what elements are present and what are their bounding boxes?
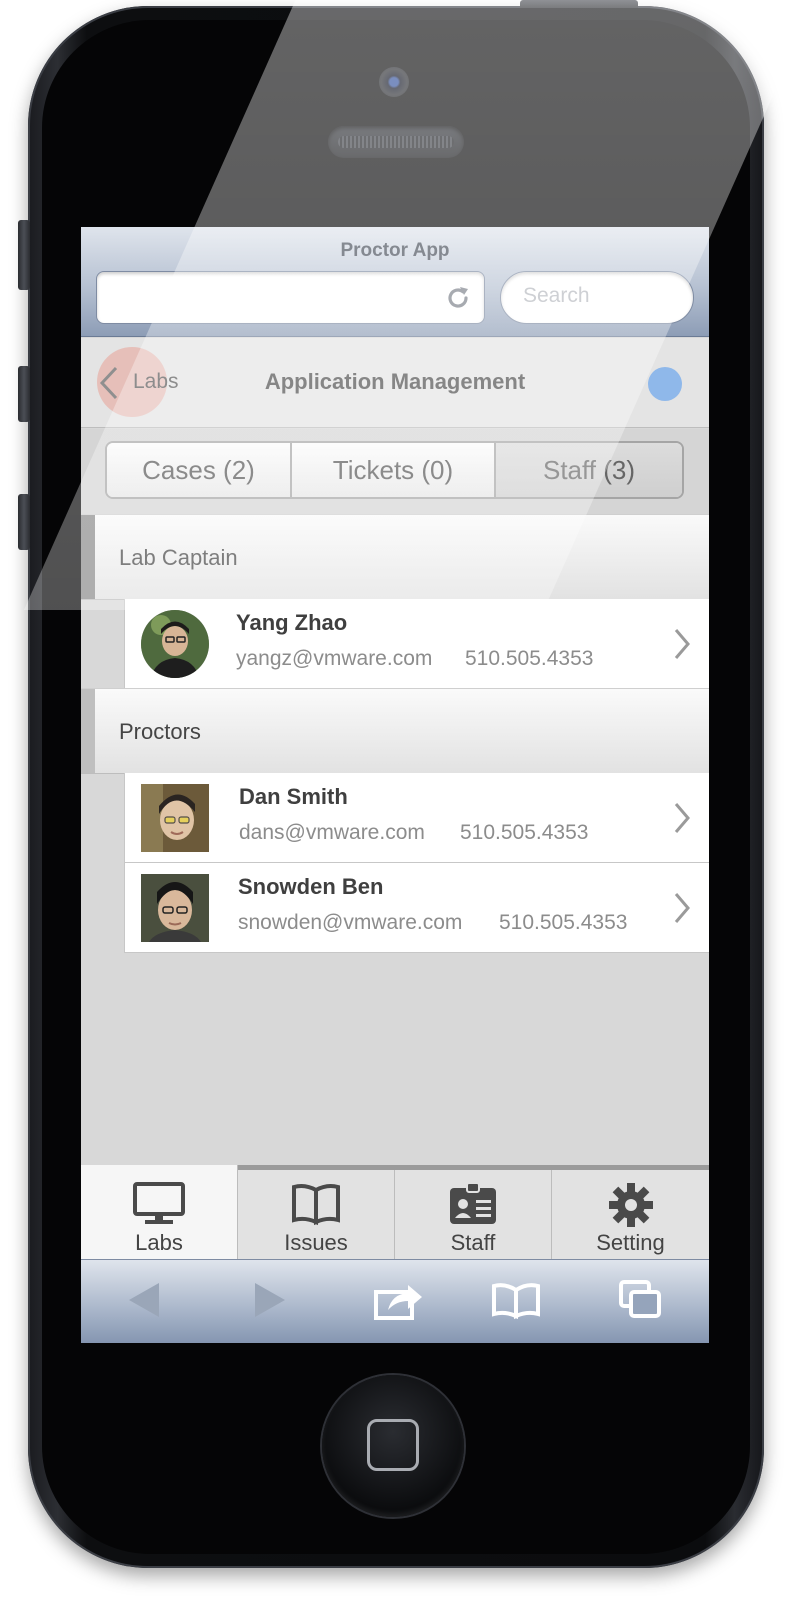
staff-phone: 510.505.4353 xyxy=(465,647,594,670)
section-accent-bar xyxy=(81,689,95,773)
section-header-proctors: Proctors xyxy=(81,688,709,774)
forward-arrow-icon[interactable] xyxy=(253,1280,287,1320)
avatar xyxy=(141,784,209,852)
section-accent-bar xyxy=(81,515,95,599)
page-title: Application Management xyxy=(264,369,526,394)
home-button-square-icon xyxy=(367,1419,419,1471)
tab-issues[interactable]: Issues xyxy=(238,1170,395,1259)
list-item-staff[interactable]: Yang Zhao yangz@vmware.com 510.505.4353 xyxy=(124,599,709,689)
bookmarks-icon[interactable] xyxy=(491,1280,541,1320)
section-title: Proctors xyxy=(119,719,201,744)
segment-staff[interactable]: Staff (3) xyxy=(496,443,682,497)
section-header-lab-captain: Lab Captain xyxy=(81,514,709,600)
segment-cases[interactable]: Cases (2) xyxy=(107,443,292,497)
tab-label: Setting xyxy=(596,1230,665,1255)
browser-title: Proctor App xyxy=(340,240,450,261)
staff-email: dans@vmware.com xyxy=(239,821,425,844)
tab-staff[interactable]: Staff xyxy=(395,1170,552,1259)
tab-label: Labs xyxy=(135,1230,183,1255)
staff-name: Yang Zhao xyxy=(236,610,348,635)
staff-name: Dan Smith xyxy=(239,784,348,809)
volume-up-button xyxy=(18,366,30,422)
tab-label: Staff xyxy=(450,1230,496,1255)
tab-setting[interactable]: Setting xyxy=(552,1170,709,1259)
staff-name: Snowden Ben xyxy=(238,874,384,899)
tab-label: Issues xyxy=(284,1230,348,1255)
avatar xyxy=(141,610,209,678)
power-button xyxy=(520,0,638,8)
earpiece-speaker xyxy=(328,126,464,158)
share-icon[interactable] xyxy=(374,1280,424,1320)
tab-labs[interactable]: Labs xyxy=(81,1165,238,1264)
browser-header: Proctor App Search xyxy=(81,227,709,337)
staff-phone: 510.505.4353 xyxy=(460,821,589,844)
list-item-staff[interactable]: Dan Smith dans@vmware.com 510.505.4353 xyxy=(124,773,709,863)
volume-down-button xyxy=(18,494,30,550)
staff-email: snowden@vmware.com xyxy=(238,911,463,934)
url-field[interactable] xyxy=(96,271,485,324)
camera-lens xyxy=(379,67,409,97)
home-button[interactable] xyxy=(322,1375,464,1517)
gear-icon xyxy=(608,1183,653,1227)
segment-tickets[interactable]: Tickets (0) xyxy=(292,443,496,497)
list-item-staff[interactable]: Snowden Ben snowden@vmware.com 510.505.4… xyxy=(124,863,709,953)
status-indicator[interactable] xyxy=(648,367,682,401)
screen: Proctor App Search Labs Application Mana… xyxy=(81,227,709,1343)
book-icon xyxy=(292,1184,340,1226)
back-arrow-icon[interactable] xyxy=(127,1280,161,1320)
section-title: Lab Captain xyxy=(119,545,238,570)
browser-toolbar xyxy=(81,1259,709,1343)
mute-switch xyxy=(18,220,30,290)
segmented-control: Cases (2) Tickets (0) Staff (3) xyxy=(105,441,684,499)
staff-phone: 510.505.4353 xyxy=(499,911,628,934)
search-input[interactable]: Search xyxy=(500,271,694,324)
staff-email: yangz@vmware.com xyxy=(236,647,433,670)
avatar xyxy=(141,874,209,942)
chevron-right-icon xyxy=(674,629,690,659)
reload-icon[interactable] xyxy=(444,284,472,312)
navigation-bar: Labs Application Management xyxy=(81,338,709,428)
id-badge-icon xyxy=(450,1182,496,1224)
tabs-icon[interactable] xyxy=(619,1280,663,1320)
chevron-right-icon xyxy=(674,893,690,923)
segment-bar: Cases (2) Tickets (0) Staff (3) xyxy=(81,429,709,515)
monitor-icon xyxy=(133,1182,185,1224)
chevron-right-icon xyxy=(674,803,690,833)
tab-bar: Labs Issues Staff Setting xyxy=(81,1165,709,1264)
